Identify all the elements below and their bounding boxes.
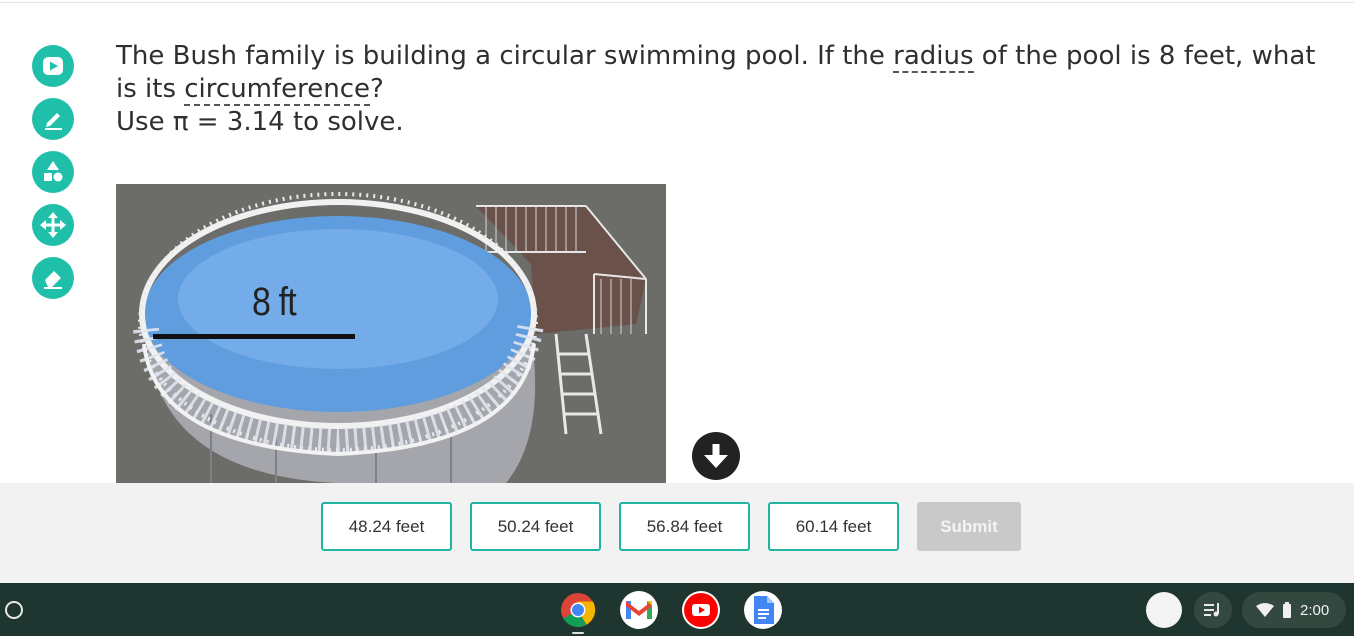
shapes-icon[interactable]	[32, 151, 74, 193]
gmail-icon[interactable]	[620, 591, 658, 629]
media-controls-button[interactable]	[1194, 592, 1232, 628]
arrow-down-icon	[704, 444, 728, 468]
page: The Bush family is building a circular s…	[0, 0, 1354, 636]
os-shelf: 2:00	[0, 583, 1354, 636]
term-radius[interactable]: radius	[893, 41, 974, 73]
answer-bar: 48.24 feet 50.24 feet 56.84 feet 60.14 f…	[0, 483, 1354, 583]
question-text: The Bush family is building a circular s…	[116, 40, 1316, 139]
playlist-icon	[1204, 603, 1219, 617]
youtube-icon[interactable]	[682, 591, 720, 629]
answer-choice-3[interactable]: 56.84 feet	[619, 502, 750, 551]
term-circumference[interactable]: circumference	[184, 74, 371, 106]
answer-choice-4[interactable]: 60.14 feet	[768, 502, 899, 551]
play-icon[interactable]	[32, 45, 74, 87]
submit-button[interactable]: Submit	[917, 502, 1021, 551]
answer-choice-2[interactable]: 50.24 feet	[470, 502, 601, 551]
question-part3: ?	[370, 74, 384, 104]
eraser-icon[interactable]	[32, 257, 74, 299]
wifi-icon	[1256, 603, 1274, 617]
pencil-icon[interactable]	[32, 98, 74, 140]
docs-icon[interactable]	[744, 591, 782, 629]
radius-label: 8 ft	[252, 280, 297, 324]
answer-choice-1[interactable]: 48.24 feet	[321, 502, 452, 551]
move-icon[interactable]	[32, 204, 74, 246]
status-tray[interactable]: 2:00	[1242, 592, 1346, 628]
avatar[interactable]	[1146, 592, 1182, 628]
question-part1: The Bush family is building a circular s…	[116, 41, 894, 71]
question-instruction: Use π = 3.14 to solve.	[116, 107, 404, 137]
scroll-down-button[interactable]	[692, 432, 740, 480]
launcher-icon[interactable]	[5, 601, 23, 619]
active-app-indicator	[572, 632, 584, 634]
pool-image: 8 ft	[116, 184, 666, 483]
top-divider	[0, 2, 1354, 3]
tool-palette	[32, 45, 74, 310]
chrome-icon[interactable]	[559, 591, 597, 629]
clock-time: 2:00	[1300, 601, 1330, 619]
battery-icon	[1283, 602, 1291, 618]
